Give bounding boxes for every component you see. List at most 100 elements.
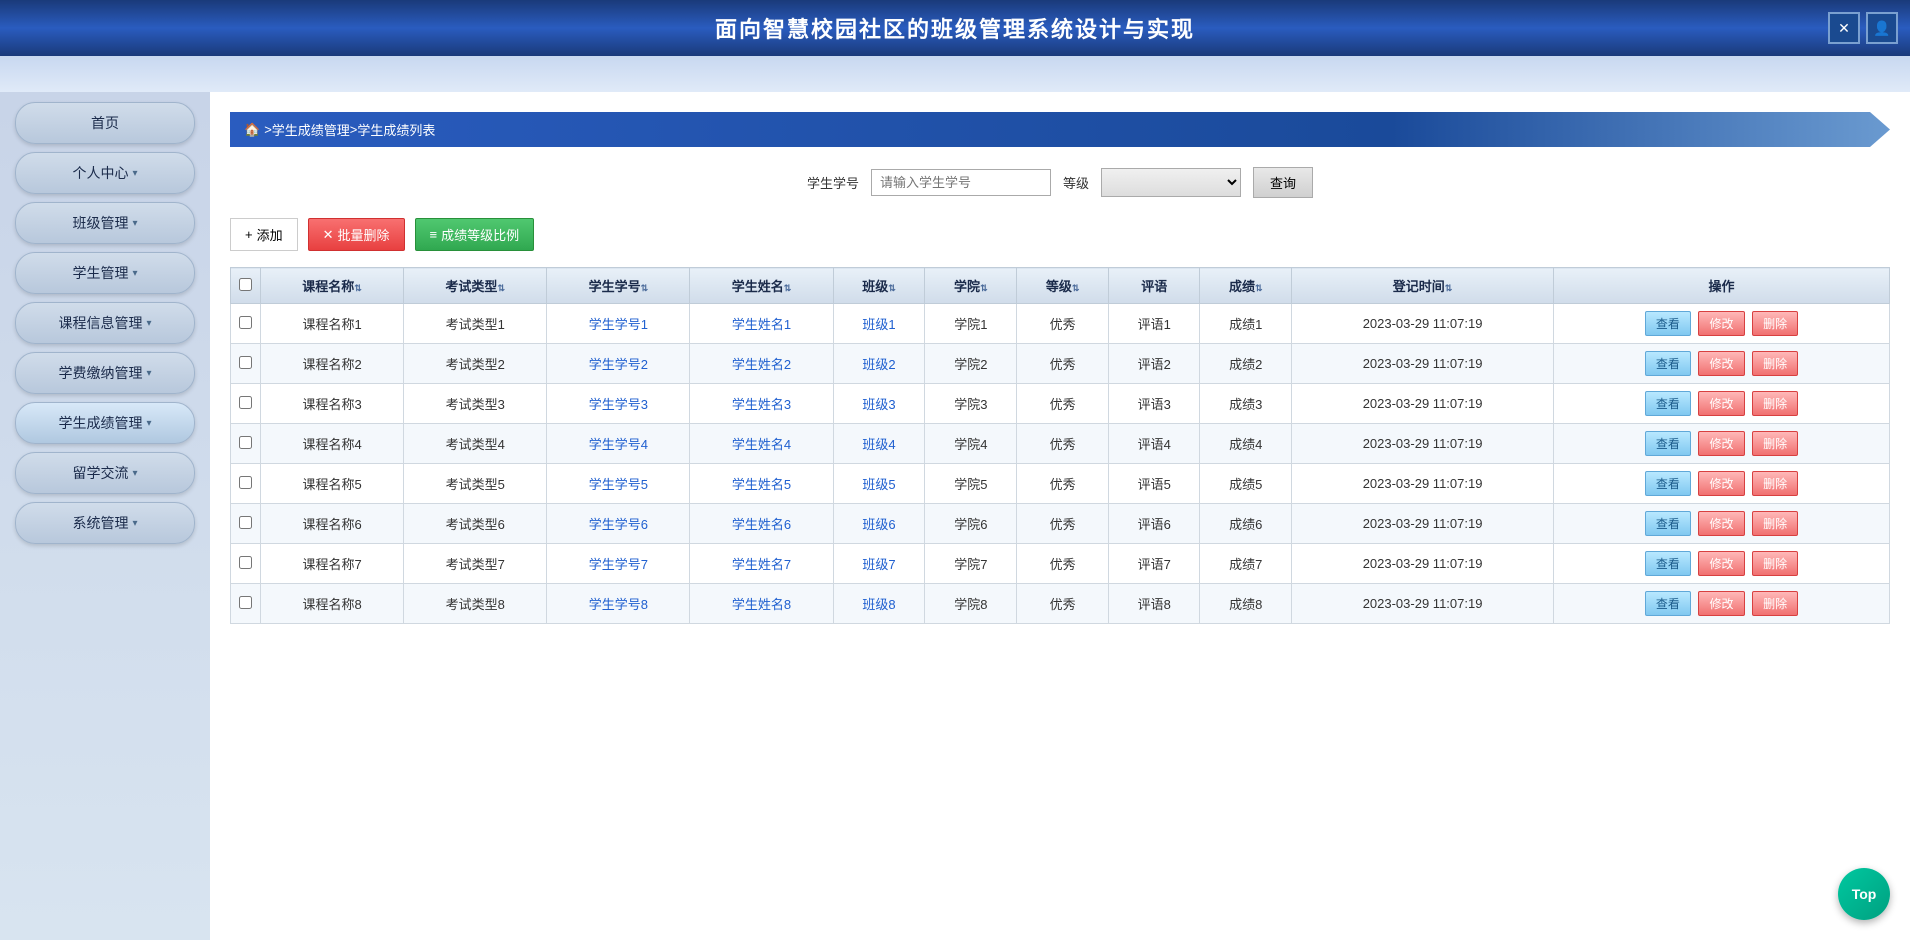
student-id-link[interactable]: 学生学号5 xyxy=(589,477,648,492)
row-select-checkbox[interactable] xyxy=(239,596,252,609)
row-school: 学院8 xyxy=(925,584,1017,624)
delete-button[interactable]: 删除 xyxy=(1752,391,1798,416)
delete-button[interactable]: 删除 xyxy=(1752,351,1798,376)
sidebar-item-sys-mgmt[interactable]: 系统管理▾ xyxy=(15,502,195,544)
row-select-checkbox[interactable] xyxy=(239,476,252,489)
student-id-link[interactable]: 学生学号6 xyxy=(589,517,648,532)
row-select-checkbox[interactable] xyxy=(239,316,252,329)
row-select-checkbox[interactable] xyxy=(239,436,252,449)
row-record-time: 2023-03-29 11:07:19 xyxy=(1292,304,1554,344)
grade-select[interactable]: 优秀 良好 及格 不及格 xyxy=(1101,168,1241,197)
select-all-checkbox[interactable] xyxy=(239,278,252,291)
top-button[interactable]: Top xyxy=(1838,868,1890,920)
student-name-link[interactable]: 学生姓名2 xyxy=(732,357,791,372)
view-button[interactable]: 查看 xyxy=(1645,351,1691,376)
student-id-link[interactable]: 学生学号2 xyxy=(589,357,648,372)
row-exam-type: 考试类型2 xyxy=(404,344,547,384)
edit-button[interactable]: 修改 xyxy=(1698,551,1744,576)
view-button[interactable]: 查看 xyxy=(1645,431,1691,456)
class-link[interactable]: 班级5 xyxy=(862,477,895,492)
row-record-time: 2023-03-29 11:07:19 xyxy=(1292,344,1554,384)
row-select-checkbox[interactable] xyxy=(239,556,252,569)
breadcrumb-item-2: 学生成绩列表 xyxy=(357,120,435,139)
row-comment: 评语3 xyxy=(1109,384,1200,424)
delete-button[interactable]: 删除 xyxy=(1752,511,1798,536)
edit-button[interactable]: 修改 xyxy=(1698,431,1744,456)
view-button[interactable]: 查看 xyxy=(1645,551,1691,576)
student-name-link[interactable]: 学生姓名5 xyxy=(732,477,791,492)
delete-button[interactable]: 删除 xyxy=(1752,431,1798,456)
row-select-checkbox[interactable] xyxy=(239,396,252,409)
class-link[interactable]: 班级2 xyxy=(862,357,895,372)
edit-button[interactable]: 修改 xyxy=(1698,351,1744,376)
view-button[interactable]: 查看 xyxy=(1645,591,1691,616)
user-icon[interactable]: 👤 xyxy=(1866,12,1898,44)
grade-ratio-button[interactable]: ≡ 成绩等级比例 xyxy=(415,218,535,251)
class-link[interactable]: 班级7 xyxy=(862,557,895,572)
row-select-checkbox[interactable] xyxy=(239,516,252,529)
sidebar-item-abroad[interactable]: 留学交流▾ xyxy=(15,452,195,494)
plus-icon: + xyxy=(245,227,253,242)
delete-button[interactable]: 删除 xyxy=(1752,471,1798,496)
class-link[interactable]: 班级3 xyxy=(862,397,895,412)
view-button[interactable]: 查看 xyxy=(1645,471,1691,496)
edit-button[interactable]: 修改 xyxy=(1698,591,1744,616)
row-actions: 查看 修改 删除 xyxy=(1554,504,1890,544)
delete-button[interactable]: 删除 xyxy=(1752,591,1798,616)
student-id-input[interactable] xyxy=(871,169,1051,196)
sidebar-item-course-mgmt[interactable]: 课程信息管理▾ xyxy=(15,302,195,344)
student-id-link[interactable]: 学生学号4 xyxy=(589,437,648,452)
student-name-link[interactable]: 学生姓名6 xyxy=(732,517,791,532)
student-id-link[interactable]: 学生学号3 xyxy=(589,397,648,412)
chevron-down-icon: ▾ xyxy=(132,218,137,229)
edit-button[interactable]: 修改 xyxy=(1698,471,1744,496)
student-name-link[interactable]: 学生姓名7 xyxy=(732,557,791,572)
class-link[interactable]: 班级6 xyxy=(862,517,895,532)
row-student-id: 学生学号4 xyxy=(547,424,690,464)
student-id-link[interactable]: 学生学号8 xyxy=(589,597,648,612)
sidebar-item-fee-mgmt[interactable]: 学费缴纳管理▾ xyxy=(15,352,195,394)
sidebar-item-personal[interactable]: 个人中心▾ xyxy=(15,152,195,194)
row-class: 班级3 xyxy=(833,384,925,424)
student-id-link[interactable]: 学生学号1 xyxy=(589,317,648,332)
view-button[interactable]: 查看 xyxy=(1645,511,1691,536)
edit-button[interactable]: 修改 xyxy=(1698,391,1744,416)
class-link[interactable]: 班级1 xyxy=(862,317,895,332)
row-student-name: 学生姓名7 xyxy=(690,544,833,584)
student-name-link[interactable]: 学生姓名1 xyxy=(732,317,791,332)
view-button[interactable]: 查看 xyxy=(1645,391,1691,416)
student-name-link[interactable]: 学生姓名3 xyxy=(732,397,791,412)
query-button[interactable]: 查询 xyxy=(1253,167,1313,198)
row-student-id: 学生学号8 xyxy=(547,584,690,624)
sidebar-item-class-mgmt[interactable]: 班级管理▾ xyxy=(15,202,195,244)
row-student-name: 学生姓名6 xyxy=(690,504,833,544)
row-course-name: 课程名称6 xyxy=(261,504,404,544)
add-button[interactable]: + 添加 xyxy=(230,218,298,251)
row-class: 班级7 xyxy=(833,544,925,584)
edit-button[interactable]: 修改 xyxy=(1698,511,1744,536)
sidebar-item-student-mgmt[interactable]: 学生管理▾ xyxy=(15,252,195,294)
class-link[interactable]: 班级8 xyxy=(862,597,895,612)
edit-button[interactable]: 修改 xyxy=(1698,311,1744,336)
delete-button[interactable]: 删除 xyxy=(1752,311,1798,336)
student-id-link[interactable]: 学生学号7 xyxy=(589,557,648,572)
sidebar-item-grade-mgmt[interactable]: 学生成绩管理▾ xyxy=(15,402,195,444)
delete-button[interactable]: 删除 xyxy=(1752,551,1798,576)
row-school: 学院5 xyxy=(925,464,1017,504)
row-select-checkbox[interactable] xyxy=(239,356,252,369)
subheader xyxy=(0,56,1910,92)
sidebar-item-home[interactable]: 首页 xyxy=(15,102,195,144)
view-button[interactable]: 查看 xyxy=(1645,311,1691,336)
class-link[interactable]: 班级4 xyxy=(862,437,895,452)
student-name-link[interactable]: 学生姓名8 xyxy=(732,597,791,612)
th-exam-type: 考试类型⇅ xyxy=(404,268,547,304)
th-student-id: 学生学号⇅ xyxy=(547,268,690,304)
row-grade: 优秀 xyxy=(1017,584,1109,624)
row-record-time: 2023-03-29 11:07:19 xyxy=(1292,424,1554,464)
student-name-link[interactable]: 学生姓名4 xyxy=(732,437,791,452)
row-actions: 查看 修改 删除 xyxy=(1554,464,1890,504)
th-comment: 评语 xyxy=(1109,268,1200,304)
table-header-row: 课程名称⇅ 考试类型⇅ 学生学号⇅ 学生姓名⇅ 班级⇅ 学院⇅ 等级⇅ 评语 成… xyxy=(231,268,1890,304)
close-icon[interactable]: ✕ xyxy=(1828,12,1860,44)
batch-delete-button[interactable]: ✕ 批量删除 xyxy=(308,218,405,251)
